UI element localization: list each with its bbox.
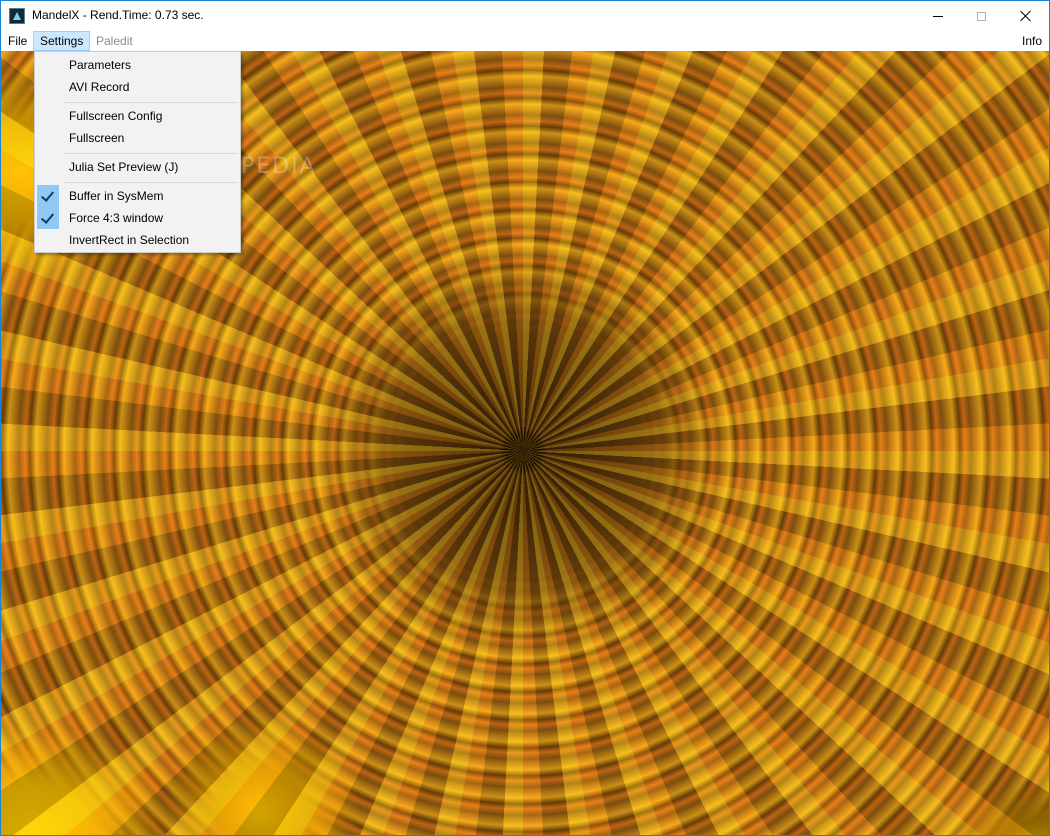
- minimize-icon: [933, 15, 943, 17]
- minimize-button[interactable]: [915, 1, 961, 31]
- menu-bar: File Settings Paledit Info: [1, 31, 1049, 51]
- menu-separator: [65, 153, 237, 154]
- menu-paledit[interactable]: Paledit: [90, 31, 139, 51]
- menu-separator: [65, 182, 237, 183]
- menu-item-label: Julia Set Preview (J): [69, 160, 179, 174]
- menu-item-fullscreen[interactable]: Fullscreen: [35, 127, 240, 149]
- menu-item-avi-record[interactable]: AVI Record: [35, 76, 240, 98]
- close-button[interactable]: [1003, 1, 1049, 31]
- check-indicator: [37, 185, 59, 207]
- menu-item-label: AVI Record: [69, 80, 130, 94]
- menu-item-label: InvertRect in Selection: [69, 233, 190, 247]
- menu-item-parameters[interactable]: Parameters: [35, 54, 240, 76]
- maximize-icon: [976, 11, 986, 21]
- check-indicator: [37, 207, 59, 229]
- menu-item-julia-set-preview[interactable]: Julia Set Preview (J): [35, 156, 240, 178]
- menu-item-label: Fullscreen Config: [69, 109, 163, 123]
- checkmark-icon: [40, 188, 55, 202]
- window-title: MandelX - Rend.Time: 0.73 sec.: [32, 8, 204, 22]
- menu-item-force-4-3-window[interactable]: Force 4:3 window: [35, 207, 240, 229]
- settings-dropdown: Parameters AVI Record Fullscreen Config …: [34, 51, 241, 253]
- close-icon: [1020, 10, 1032, 22]
- checkmark-icon: [40, 210, 55, 224]
- menu-settings[interactable]: Settings: [33, 31, 91, 51]
- menu-item-buffer-in-sysmem[interactable]: Buffer in SysMem: [35, 185, 240, 207]
- menu-item-label: Force 4:3 window: [69, 211, 164, 225]
- menu-item-fullscreen-config[interactable]: Fullscreen Config: [35, 105, 240, 127]
- menu-info[interactable]: Info: [1016, 31, 1048, 51]
- app-icon[interactable]: [9, 8, 25, 24]
- menu-item-label: Buffer in SysMem: [69, 189, 164, 203]
- menu-item-label: Parameters: [69, 58, 132, 72]
- menu-file[interactable]: File: [2, 31, 33, 51]
- maximize-button[interactable]: [958, 1, 1004, 31]
- app-window: MandelX - Rend.Time: 0.73 sec. File Sett…: [0, 0, 1050, 836]
- menu-item-invertrect-in-selection[interactable]: InvertRect in Selection: [35, 229, 240, 251]
- menu-separator: [65, 102, 237, 103]
- menu-item-label: Fullscreen: [69, 131, 125, 145]
- title-bar[interactable]: MandelX - Rend.Time: 0.73 sec.: [1, 1, 1049, 31]
